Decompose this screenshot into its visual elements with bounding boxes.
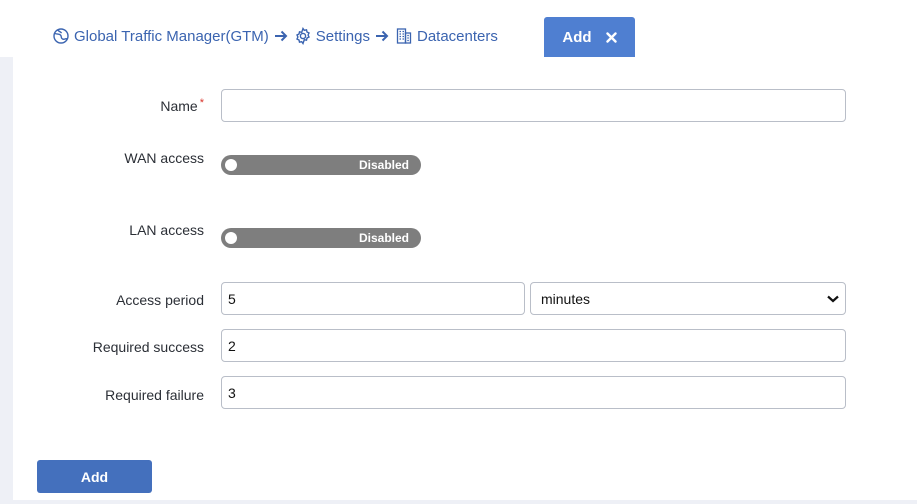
add-button[interactable]: Add	[37, 460, 152, 493]
breadcrumb: Global Traffic Manager(GTM) Settings Dat…	[52, 26, 498, 46]
lan-access-label: LAN access	[129, 222, 204, 238]
required-failure-label: Required failure	[105, 387, 204, 403]
name-input[interactable]	[221, 89, 846, 122]
lan-access-toggle[interactable]: Disabled	[221, 228, 421, 248]
breadcrumb-settings-label: Settings	[315, 27, 370, 45]
tab-add[interactable]: Add	[544, 17, 635, 57]
breadcrumb-datacenters-label: Datacenters	[416, 27, 498, 45]
name-label-text: Name	[160, 98, 198, 114]
gear-icon	[295, 27, 310, 45]
form-panel: Name * WAN access Disabled LAN access Dis…	[13, 57, 917, 500]
required-success-label: Required success	[92, 339, 204, 355]
breadcrumb-gtm-label: Global Traffic Manager(GTM)	[74, 27, 269, 45]
wan-access-state: Disabled	[358, 158, 409, 172]
access-period-unit-select[interactable]: minutes	[530, 282, 846, 315]
access-period-label: Access period	[116, 292, 204, 308]
toggle-knob	[225, 232, 237, 244]
toggle-knob	[225, 159, 237, 171]
lan-access-state: Disabled	[358, 231, 409, 245]
arrow-right-icon	[375, 30, 389, 42]
arrow-right-icon	[274, 30, 288, 42]
access-period-unit-value: minutes	[541, 290, 591, 307]
breadcrumb-datacenters[interactable]: Datacenters	[395, 27, 498, 45]
globe-icon	[53, 28, 69, 44]
building-icon	[396, 28, 412, 44]
breadcrumb-settings[interactable]: Settings	[294, 27, 370, 45]
chevron-down-icon	[827, 295, 839, 302]
access-period-input[interactable]	[221, 282, 525, 315]
tab-add-label: Add	[562, 28, 592, 46]
close-icon[interactable]	[605, 31, 617, 43]
name-label: Name *	[160, 97, 204, 114]
required-success-input[interactable]	[221, 329, 846, 362]
breadcrumb-gtm[interactable]: Global Traffic Manager(GTM)	[52, 27, 269, 45]
wan-access-label: WAN access	[124, 150, 204, 166]
required-mark: *	[199, 97, 204, 109]
required-failure-input[interactable]	[221, 376, 846, 409]
wan-access-toggle[interactable]: Disabled	[221, 155, 421, 175]
top-bar: Global Traffic Manager(GTM) Settings Dat…	[0, 0, 917, 57]
